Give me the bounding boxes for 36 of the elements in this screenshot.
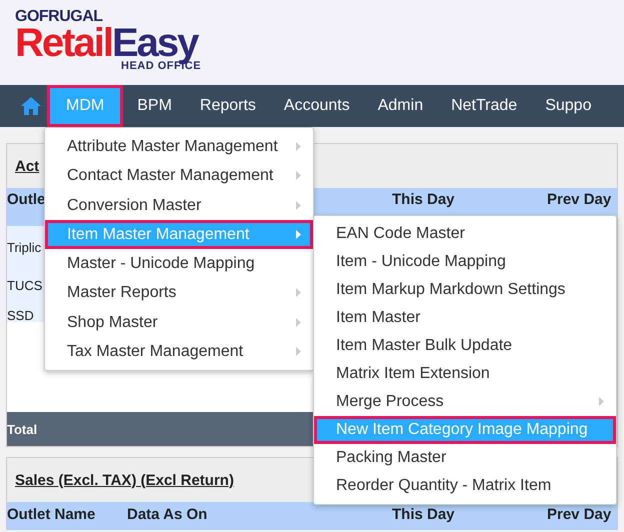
nav-tab[interactable]: Suppo — [531, 85, 606, 127]
column-header: This Day — [392, 191, 455, 208]
menu-item[interactable]: Matrix Item Extension — [314, 360, 616, 388]
menu-item[interactable]: Merge Process — [314, 388, 616, 416]
menu-item[interactable]: Shop Master — [45, 308, 313, 338]
column-header: This Day — [392, 506, 455, 523]
menu-item[interactable]: Item Master Bulk Update — [314, 332, 616, 360]
total-label: Total — [7, 422, 38, 436]
menu-item[interactable]: Packing Master — [314, 444, 616, 472]
menu-item[interactable]: Tax Master Management — [45, 337, 313, 366]
menu-item[interactable]: Attribute Master Management — [45, 132, 313, 162]
panel-title[interactable]: Sales (Excl. TAX) (Excl Return) — [15, 472, 234, 488]
menu-item[interactable]: Master - Unicode Mapping — [45, 249, 313, 278]
menu-item[interactable]: Item Master — [314, 304, 616, 332]
table-cell-text: Triplic — [7, 239, 42, 257]
home-icon[interactable] — [20, 96, 42, 116]
menu-item[interactable]: Contact Master Management — [45, 161, 313, 191]
nav-tab[interactable]: NetTrade — [437, 85, 532, 127]
menu-item[interactable]: Item - Unicode Mapping — [314, 248, 616, 276]
nav-tab[interactable]: BPM — [123, 85, 186, 127]
nav-tab[interactable]: Reports — [186, 85, 270, 127]
column-header: Prev Day — [547, 191, 612, 208]
menu-item[interactable]: Reorder Quantity - Matrix Item — [314, 472, 616, 500]
panel-title[interactable]: Act — [15, 158, 40, 174]
menu-item[interactable]: Item Markup Markdown Settings — [314, 276, 616, 304]
menu-item[interactable]: Conversion Master — [45, 190, 313, 220]
nav-tab[interactable]: Admin — [364, 85, 438, 127]
column-header: Outlet Name — [7, 506, 96, 523]
column-header: Outle — [7, 191, 46, 208]
table-cell-text: TUCS — [7, 277, 44, 295]
table-cell-text: SSD — [7, 307, 35, 325]
column-header: Data As On — [127, 506, 208, 523]
menu-item[interactable]: Master Reports — [45, 278, 313, 308]
menu-item[interactable]: EAN Code Master — [314, 220, 616, 248]
column-header: Prev Day — [547, 506, 612, 523]
nav-tab[interactable]: Accounts — [270, 85, 364, 127]
